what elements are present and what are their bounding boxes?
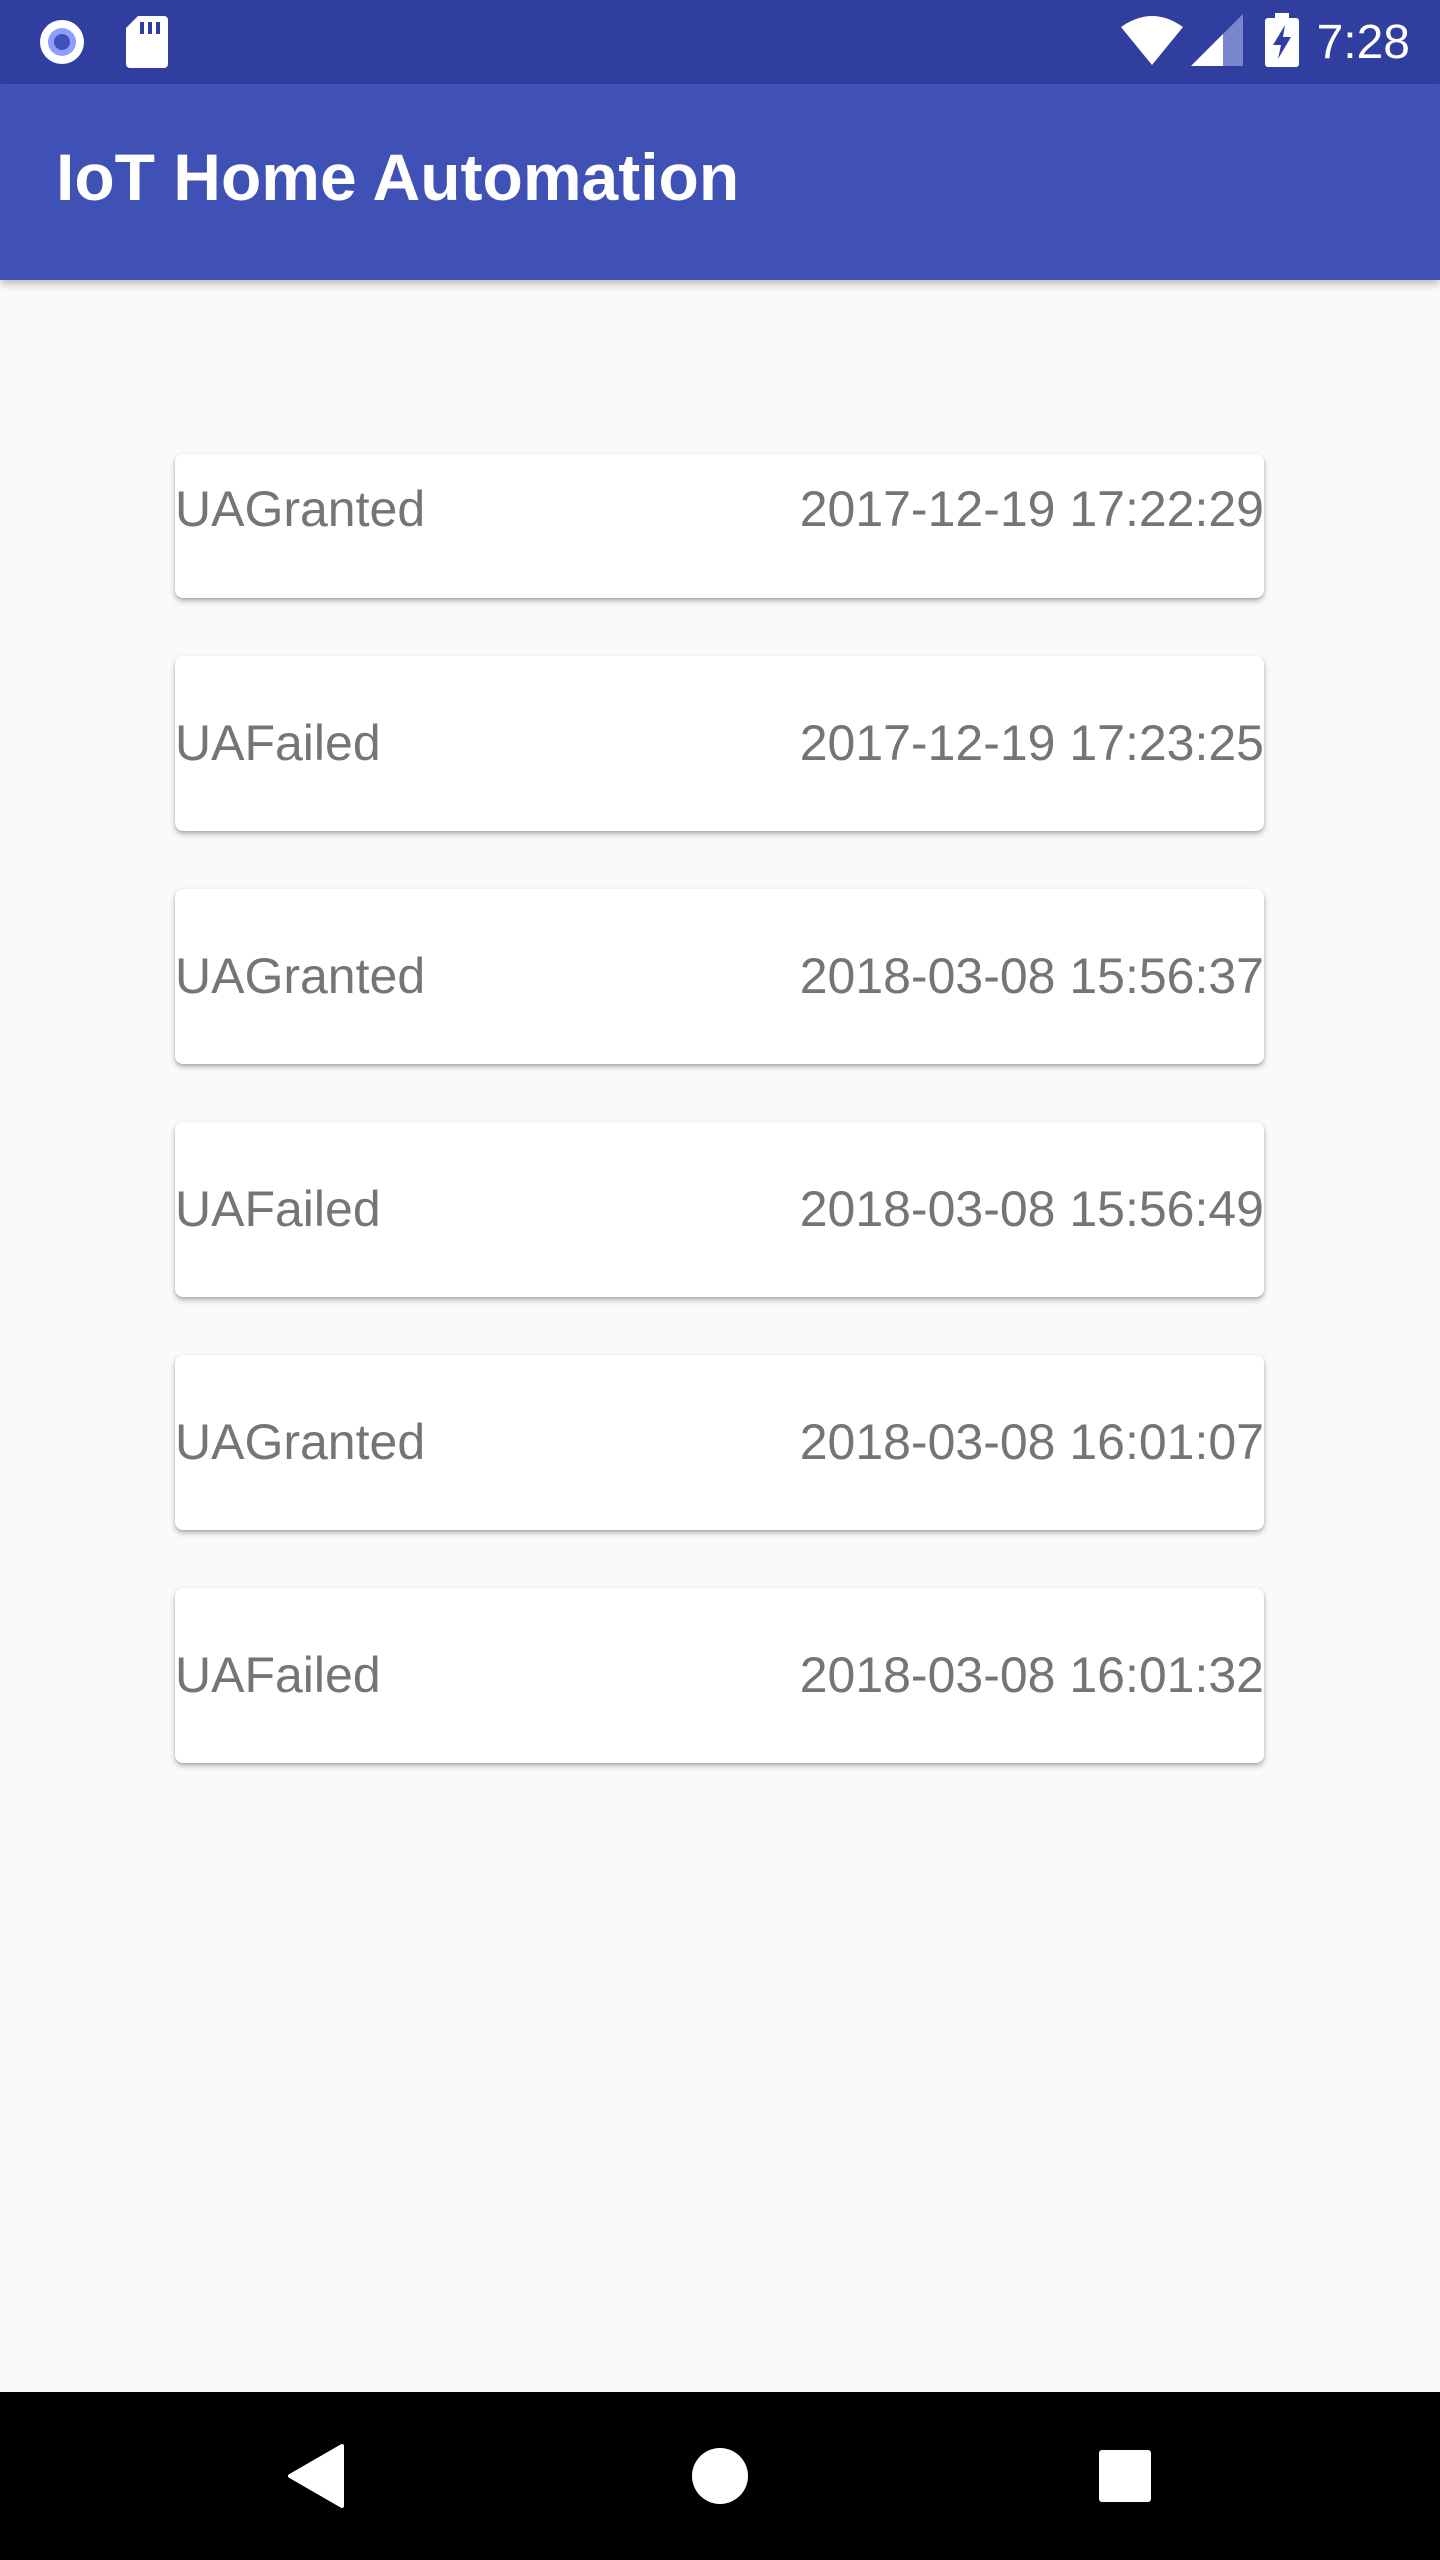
entry-timestamp: 2018-03-08 15:56:49: [799, 1181, 1264, 1237]
entry-status: UAFailed: [175, 1647, 381, 1703]
access-log-list: UAGranted 2017-12-19 17:22:29 UAFailed 2…: [175, 454, 1264, 1821]
home-icon[interactable]: [678, 2434, 762, 2518]
entry-timestamp: 2018-03-08 15:56:37: [799, 948, 1264, 1004]
app-bar: IoT Home Automation: [0, 84, 1440, 280]
list-item[interactable]: UAGranted 2017-12-19 17:22:29: [175, 454, 1264, 598]
list-item[interactable]: UAGranted 2018-03-08 16:01:07: [175, 1355, 1264, 1530]
entry-timestamp: 2018-03-08 16:01:32: [799, 1647, 1264, 1703]
battery-charging-icon: [1264, 12, 1299, 72]
list-item[interactable]: UAFailed 2018-03-08 15:56:49: [175, 1122, 1264, 1297]
entry-status: UAFailed: [175, 715, 381, 771]
entry-status: UAFailed: [175, 1181, 381, 1237]
list-item[interactable]: UAGranted 2018-03-08 15:56:37: [175, 889, 1264, 1064]
status-time: 7:28: [1316, 15, 1410, 69]
entry-status: UAGranted: [175, 948, 426, 1004]
list-item[interactable]: UAFailed 2018-03-08 16:01:32: [175, 1588, 1264, 1763]
back-icon[interactable]: [274, 2434, 358, 2518]
wifi-icon: [1120, 15, 1183, 70]
list-item[interactable]: UAFailed 2017-12-19 17:23:25: [175, 656, 1264, 831]
entry-status: UAGranted: [175, 481, 426, 537]
sd-card-icon: [126, 16, 168, 73]
app-title: IoT Home Automation: [56, 140, 740, 214]
entry-timestamp: 2018-03-08 16:01:07: [799, 1414, 1264, 1470]
entry-status: UAGranted: [175, 1414, 426, 1470]
status-indicators: 7:28: [1120, 0, 1410, 84]
entry-timestamp: 2017-12-19 17:22:29: [799, 481, 1264, 537]
radio-icon: [36, 16, 88, 73]
navigation-bar: [0, 2392, 1440, 2560]
status-bar: 7:28: [0, 0, 1440, 84]
recents-icon[interactable]: [1083, 2434, 1167, 2518]
entry-timestamp: 2017-12-19 17:23:25: [799, 715, 1264, 771]
signal-icon: [1190, 13, 1243, 71]
